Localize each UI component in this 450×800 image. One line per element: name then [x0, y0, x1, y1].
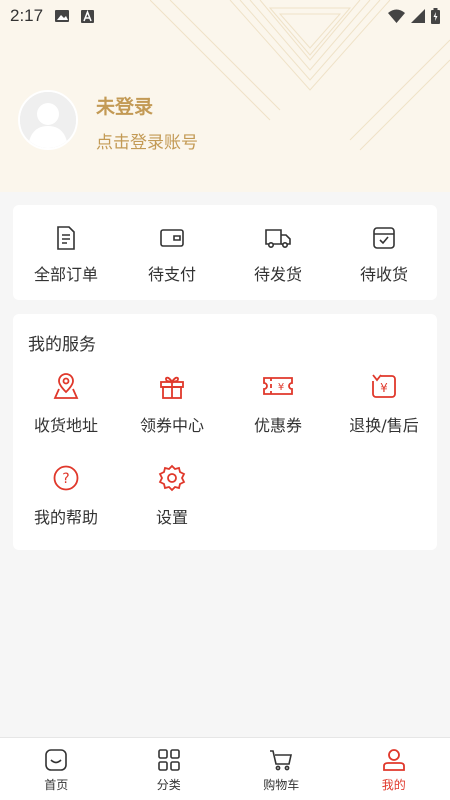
order-unpaid-button[interactable]: 待支付	[119, 205, 225, 300]
order-all-button[interactable]: 全部订单	[13, 205, 119, 300]
default-avatar-icon	[20, 92, 76, 148]
service-coupons-label: 优惠券	[253, 416, 302, 435]
tab-cart-label: 购物车	[263, 778, 300, 792]
gift-icon	[160, 376, 184, 399]
wallet-icon	[160, 229, 184, 247]
services-card: 我的服务 收货地址 领券中心 ¥ 优惠券 ¥ 退换/售后 ? 我的帮助 设置	[13, 314, 437, 550]
service-address-label: 收货地址	[33, 416, 98, 435]
service-coupon-center-label: 领券中心	[139, 416, 204, 435]
status-bar: 2:17	[0, 0, 450, 32]
gear-icon	[158, 464, 186, 492]
service-settings-button[interactable]: 设置	[119, 464, 225, 556]
service-settings-label: 设置	[155, 508, 188, 527]
service-address-button[interactable]: 收货地址	[13, 372, 119, 464]
service-help-button[interactable]: ? 我的帮助	[13, 464, 119, 556]
map-pin-icon	[53, 373, 79, 399]
service-coupon-center-button[interactable]: 领券中心	[119, 372, 225, 464]
order-unreceived-button[interactable]: 待收货	[331, 205, 437, 300]
tab-category[interactable]: 分类	[113, 738, 226, 800]
order-unpaid-label: 待支付	[147, 265, 196, 284]
order-unshipped-button[interactable]: 待发货	[225, 205, 331, 300]
login-status-title[interactable]: 未登录	[96, 92, 153, 119]
order-unshipped-label: 待发货	[253, 265, 302, 284]
service-help-label: 我的帮助	[33, 508, 98, 527]
svg-text:?: ?	[62, 471, 69, 487]
service-refund-button[interactable]: ¥ 退换/售后	[331, 372, 437, 464]
tab-home-label: 首页	[44, 778, 69, 792]
orders-card: 全部订单 待支付 待发货 待收货	[13, 205, 437, 300]
service-refund-label: 退换/售后	[349, 416, 419, 435]
status-icons	[388, 8, 440, 24]
svg-text:¥: ¥	[380, 381, 388, 395]
status-time: 2:17	[10, 6, 44, 25]
order-unreceived-label: 待收货	[359, 265, 408, 284]
services-title: 我的服务	[28, 335, 96, 355]
login-prompt-link[interactable]: 点击登录账号	[96, 128, 198, 153]
refund-icon: ¥	[372, 374, 396, 398]
coupon-icon: ¥	[263, 377, 293, 395]
wifi-icon	[388, 9, 405, 23]
svg-text:¥: ¥	[278, 382, 284, 393]
signal-icon	[411, 9, 425, 23]
avatar[interactable]	[18, 90, 78, 150]
grid-icon	[157, 749, 180, 771]
image-notification-icon	[55, 9, 70, 23]
document-icon	[57, 226, 75, 250]
home-icon	[45, 749, 68, 771]
cart-icon	[270, 750, 293, 771]
truck-icon	[265, 229, 291, 248]
service-coupons-button[interactable]: ¥ 优惠券	[225, 372, 331, 464]
tab-category-label: 分类	[156, 778, 181, 792]
services-grid: 收货地址 领券中心 ¥ 优惠券 ¥ 退换/售后 ? 我的帮助 设置	[13, 372, 437, 556]
battery-icon	[431, 8, 440, 24]
order-all-label: 全部订单	[33, 265, 98, 284]
tab-mine[interactable]: 我的	[338, 738, 450, 800]
bottom-tab-bar: 首页 分类 购物车 我的	[0, 737, 450, 800]
box-check-icon	[373, 227, 395, 249]
font-notification-icon	[81, 9, 95, 23]
tab-cart[interactable]: 购物车	[225, 738, 338, 800]
profile-header: 2:17 未登录 点击登录账号	[0, 0, 450, 192]
tab-mine-label: 我的	[381, 778, 406, 792]
help-icon: ?	[53, 465, 79, 491]
user-icon	[382, 749, 405, 771]
tab-home[interactable]: 首页	[0, 738, 113, 800]
